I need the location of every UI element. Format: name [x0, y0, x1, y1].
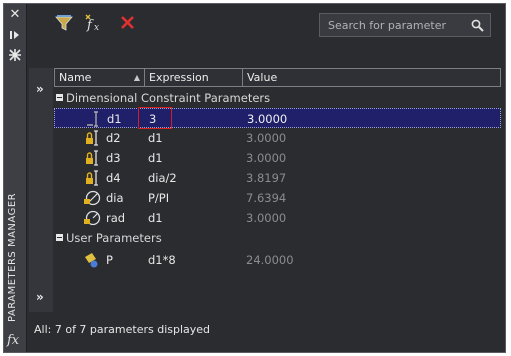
param-name: dia	[106, 191, 124, 205]
table-row-d4[interactable]: d4 dia/2 3.8197	[54, 168, 501, 188]
search-box[interactable]	[319, 13, 491, 37]
lock-dimension-icon	[82, 169, 102, 187]
param-name: d4	[106, 171, 121, 185]
param-expression[interactable]: d1*8	[148, 253, 176, 267]
column-header-expression[interactable]: Expression	[145, 69, 243, 86]
param-expression[interactable]: d1	[148, 131, 163, 145]
svg-text:f: f	[86, 18, 94, 33]
column-header-name[interactable]: Name ▲	[55, 69, 145, 86]
svg-text:x: x	[94, 23, 99, 33]
table-row-dia[interactable]: dia P/PI 7.6394	[54, 188, 501, 208]
table-row-d1[interactable]: d1 3 3.0000	[54, 107, 501, 129]
filter-icon[interactable]	[54, 13, 76, 33]
lock-dimension-icon	[82, 129, 102, 147]
table-row-p[interactable]: P d1*8 24.0000	[54, 250, 501, 270]
param-value: 7.6394	[246, 191, 287, 205]
expand-icon[interactable]: »	[36, 82, 44, 96]
linear-dimension-icon	[83, 110, 103, 128]
column-headers: Name ▲ Expression Value	[54, 68, 501, 87]
param-value: 24.0000	[246, 253, 294, 267]
filter-tree-expander[interactable]: » »	[29, 68, 53, 312]
close-icon[interactable]: ✕	[8, 8, 22, 22]
group-label: Dimensional Constraint Parameters	[66, 91, 271, 105]
user-parameter-icon	[82, 251, 102, 269]
parameters-grid: Name ▲ Expression Value Dimensional Cons…	[54, 68, 501, 312]
param-value: 3.0000	[246, 151, 287, 165]
param-expression[interactable]: d1	[148, 151, 163, 165]
radius-icon	[82, 209, 102, 227]
collapse-toggle-icon[interactable]	[56, 94, 63, 101]
param-value: 3.0000	[246, 211, 287, 225]
param-value: 3.0000	[246, 131, 287, 145]
group-user-parameters[interactable]: User Parameters	[54, 228, 501, 248]
table-row-d3[interactable]: d3 d1 3.0000	[54, 148, 501, 168]
delete-icon[interactable]	[118, 13, 140, 33]
diameter-icon	[82, 189, 102, 207]
param-name: d2	[106, 131, 121, 145]
param-name: d3	[106, 151, 121, 165]
param-value: 3.8197	[246, 171, 287, 185]
properties-icon[interactable]	[8, 48, 22, 62]
search-input[interactable]	[320, 14, 468, 36]
new-user-parameter-icon[interactable]: fx	[84, 13, 106, 33]
param-value: 3.0000	[247, 112, 288, 126]
palette-title: PARAMETERS MANAGER	[7, 192, 18, 322]
palette-title-strip[interactable]: ✕ PARAMETERS MANAGER fx	[4, 4, 27, 352]
column-header-name-label: Name	[59, 71, 92, 84]
table-row-d2[interactable]: d2 d1 3.0000	[54, 128, 501, 148]
parameters-manager-palette: ✕ PARAMETERS MANAGER fx fx » » Name	[3, 3, 506, 353]
sort-ascending-icon: ▲	[133, 73, 140, 82]
column-header-value-label: Value	[247, 71, 278, 84]
group-dimensional-constraint-parameters[interactable]: Dimensional Constraint Parameters	[54, 88, 501, 108]
autohide-icon[interactable]	[8, 28, 22, 42]
param-name: P	[106, 253, 113, 267]
column-header-value[interactable]: Value	[243, 69, 500, 86]
param-expression[interactable]: P/PI	[148, 191, 169, 205]
group-label: User Parameters	[66, 231, 162, 245]
fx-icon: fx	[7, 333, 20, 348]
expand-icon-bottom[interactable]: »	[36, 290, 44, 304]
lock-dimension-icon	[82, 149, 102, 167]
table-row-rad[interactable]: rad d1 3.0000	[54, 208, 501, 228]
search-icon[interactable]	[471, 19, 484, 32]
param-expression[interactable]: d1	[148, 211, 163, 225]
param-name: d1	[107, 112, 122, 126]
param-expression[interactable]: dia/2	[148, 171, 177, 185]
toolbar: fx	[26, 4, 505, 40]
param-expression[interactable]: 3	[149, 112, 156, 126]
column-header-expression-label: Expression	[149, 71, 209, 84]
status-bar-text: All: 7 of 7 parameters displayed	[34, 323, 211, 336]
param-name: rad	[106, 211, 126, 225]
collapse-toggle-icon[interactable]	[56, 234, 63, 241]
